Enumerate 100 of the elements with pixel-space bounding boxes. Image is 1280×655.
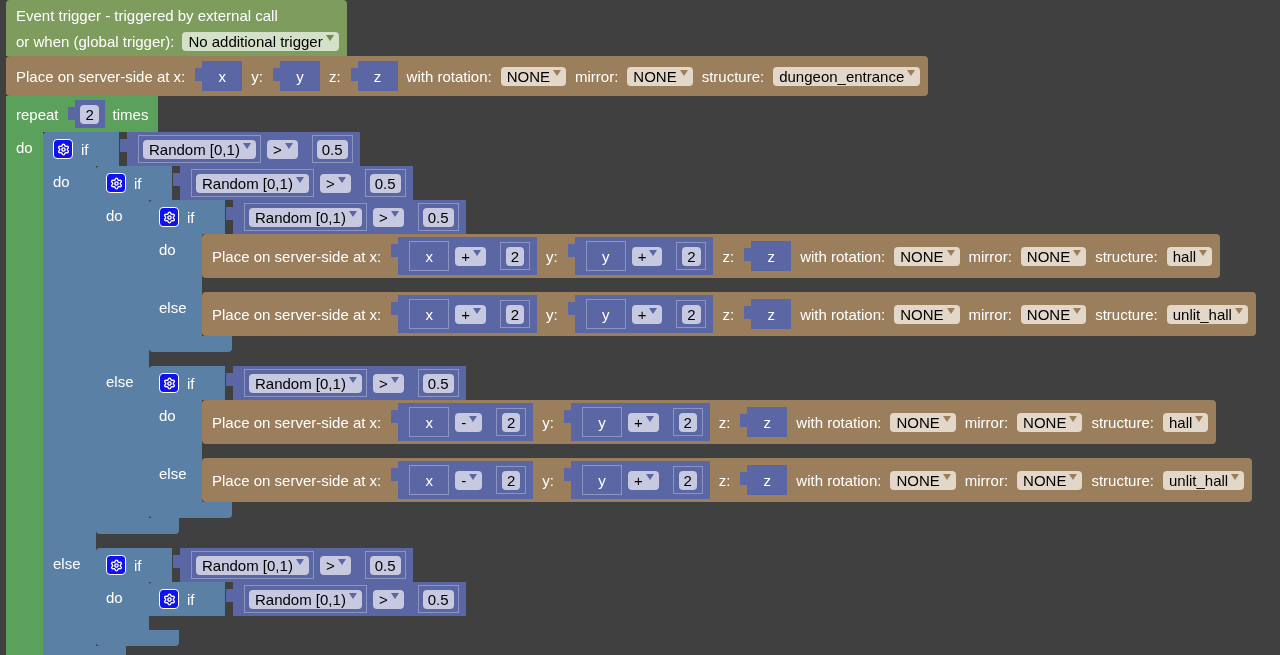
rotation-dropdown[interactable]: NONE (890, 412, 956, 432)
block-label: if (187, 590, 195, 608)
block-label: mirror: (968, 305, 1012, 323)
trigger-dropdown[interactable]: No additional trigger (182, 31, 339, 51)
math-block[interactable]: y + 2 (567, 295, 714, 333)
math-block[interactable]: x - 2 (391, 461, 534, 499)
variable-block[interactable]: z (350, 61, 398, 91)
caret-icon (1234, 307, 1243, 314)
settings-icon[interactable] (106, 555, 126, 575)
variable-block[interactable]: z (744, 241, 792, 271)
caret-icon (337, 176, 346, 183)
mirror-dropdown[interactable]: NONE (1017, 470, 1083, 490)
settings-icon[interactable] (159, 589, 179, 609)
number-field[interactable]: 2 (502, 470, 521, 490)
caret-icon (942, 473, 951, 480)
structure-dropdown[interactable]: hall (1162, 412, 1209, 432)
random-dropdown[interactable]: Random [0,1) (143, 139, 256, 159)
number-field[interactable]: 0.5 (422, 373, 454, 393)
compare-block[interactable]: Random [0,1) > 0.5 (226, 366, 466, 400)
number-field[interactable]: 2 (678, 470, 697, 490)
math-block[interactable]: y + 2 (563, 461, 710, 499)
variable-block[interactable]: y (272, 61, 320, 91)
settings-icon[interactable] (159, 207, 179, 227)
mirror-dropdown[interactable]: NONE (1020, 304, 1087, 324)
rotation-dropdown[interactable]: NONE (890, 470, 956, 490)
block-label: z: (328, 67, 341, 85)
number-field[interactable]: 2 (80, 104, 99, 124)
random-dropdown[interactable]: Random [0,1) (196, 173, 309, 193)
branch-label: do (53, 173, 70, 190)
block-label: or when (global trigger): (16, 32, 175, 50)
compare-block[interactable]: Random [0,1) > 0.5 (173, 548, 413, 582)
operator-dropdown[interactable]: + (455, 304, 486, 324)
structure-dropdown[interactable]: unlit_hall (1162, 470, 1245, 490)
operator-dropdown[interactable]: + (631, 304, 663, 324)
caret-icon (645, 473, 654, 480)
operator-dropdown[interactable]: - (455, 412, 483, 432)
settings-icon[interactable] (159, 373, 179, 393)
mirror-dropdown[interactable]: NONE (627, 66, 693, 86)
operator-dropdown[interactable]: - (455, 470, 483, 490)
block-label: Place on server-side at x: (212, 471, 382, 489)
operator-dropdown[interactable]: + (631, 246, 663, 266)
math-block[interactable]: y + 2 (563, 403, 710, 441)
number-field[interactable]: 0.5 (316, 139, 348, 159)
compare-block[interactable]: Random [0,1) > 0.5 (226, 200, 466, 234)
caret-icon (946, 249, 955, 256)
operator-dropdown[interactable]: > (319, 173, 351, 193)
random-dropdown[interactable]: Random [0,1) (249, 589, 362, 609)
operator-dropdown[interactable]: > (372, 207, 404, 227)
variable-block[interactable]: z (744, 299, 792, 329)
number-field[interactable]: 0.5 (369, 555, 401, 575)
number-field[interactable]: 2 (505, 246, 525, 266)
variable-block[interactable]: z (740, 407, 788, 437)
caret-icon (679, 69, 688, 76)
number-field[interactable]: 2 (678, 412, 697, 432)
settings-icon[interactable] (53, 139, 73, 159)
block-label: mirror: (575, 67, 619, 85)
rotation-dropdown[interactable]: NONE (894, 304, 960, 324)
number-field[interactable]: 2 (682, 246, 701, 266)
math-block[interactable]: y + 2 (567, 237, 714, 275)
settings-icon[interactable] (106, 173, 126, 193)
block-label: structure: (701, 67, 765, 85)
number-field[interactable]: 0.5 (422, 589, 454, 609)
block-label: with rotation: (796, 413, 882, 431)
variable-block[interactable]: z (740, 465, 788, 495)
operator-dropdown[interactable]: + (455, 246, 486, 266)
structure-dropdown[interactable]: hall (1166, 246, 1213, 266)
rotation-dropdown[interactable]: NONE (894, 246, 960, 266)
structure-dropdown[interactable]: dungeon_entrance (773, 66, 921, 86)
block-label: with rotation: (800, 305, 886, 323)
random-dropdown[interactable]: Random [0,1) (249, 373, 362, 393)
branch-label: else (106, 373, 134, 390)
number-field[interactable]: 0.5 (422, 207, 454, 227)
operator-dropdown[interactable]: > (372, 373, 404, 393)
structure-dropdown[interactable]: unlit_hall (1166, 304, 1248, 324)
number-field[interactable]: 2 (505, 304, 525, 324)
compare-block[interactable]: Random [0,1) > 0.5 (226, 582, 466, 616)
mirror-dropdown[interactable]: NONE (1017, 412, 1083, 432)
rotation-dropdown[interactable]: NONE (500, 66, 566, 86)
operator-dropdown[interactable]: > (372, 589, 404, 609)
math-block[interactable]: x + 2 (391, 237, 537, 275)
compare-block[interactable]: Random [0,1) > 0.5 (120, 132, 360, 166)
operator-dropdown[interactable]: + (627, 470, 659, 490)
caret-icon (469, 473, 478, 480)
branch-label: else (159, 299, 187, 316)
math-block[interactable]: x + 2 (391, 295, 537, 333)
math-block[interactable]: x - 2 (391, 403, 534, 441)
number-block[interactable]: 2 (67, 100, 105, 128)
operator-dropdown[interactable]: > (266, 139, 298, 159)
variable-block[interactable]: x (195, 61, 243, 91)
branch-label: else (159, 465, 187, 482)
operator-dropdown[interactable]: > (319, 555, 351, 575)
number-field[interactable]: 2 (682, 304, 701, 324)
number-field[interactable]: 0.5 (369, 173, 401, 193)
random-dropdown[interactable]: Random [0,1) (249, 207, 362, 227)
mirror-dropdown[interactable]: NONE (1020, 246, 1087, 266)
number-field[interactable]: 2 (502, 412, 521, 432)
block-label: with rotation: (800, 247, 886, 265)
compare-block[interactable]: Random [0,1) > 0.5 (173, 166, 413, 200)
random-dropdown[interactable]: Random [0,1) (196, 555, 309, 575)
operator-dropdown[interactable]: + (627, 412, 659, 432)
